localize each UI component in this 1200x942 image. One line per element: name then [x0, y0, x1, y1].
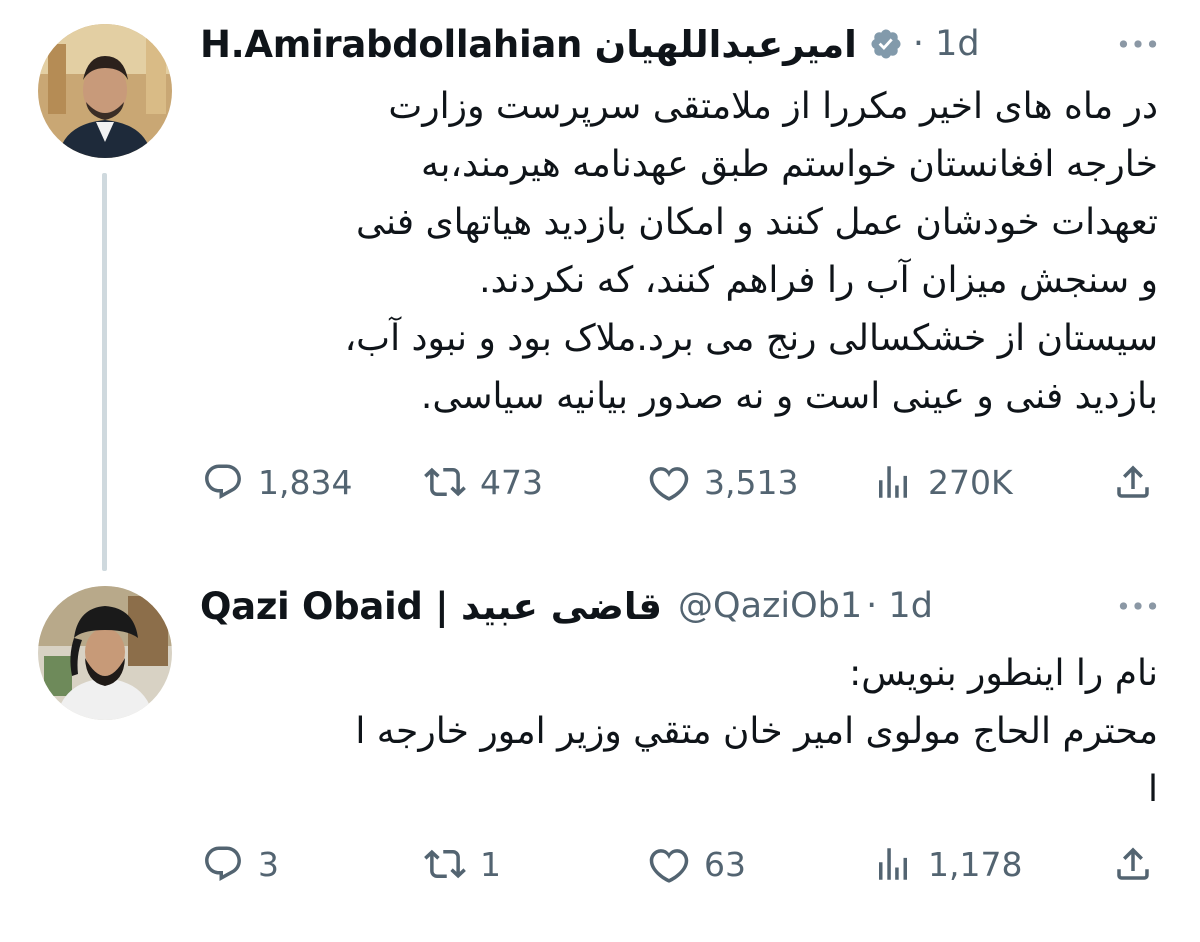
tweet-text: نام را اینطور بنویس: محترم الحاج مولوی ا… [200, 645, 1158, 819]
heart-icon [646, 841, 692, 887]
views-button[interactable]: 270K [870, 452, 1013, 512]
avatar-image [38, 586, 172, 720]
verified-badge-icon [869, 27, 903, 61]
avatar-image [38, 24, 172, 158]
tweet-time[interactable]: · 1d [913, 24, 980, 64]
like-count: 63 [704, 844, 746, 884]
tweet-text-line: نام را اینطور بنویس: [849, 653, 1158, 694]
tweet-text-line: خارجه افغانستان خواستم طبق عهدنامه هیرمن… [421, 144, 1158, 185]
views-button[interactable]: 1,178 [870, 834, 1022, 894]
thread-line [102, 173, 107, 571]
like-count: 3,513 [704, 462, 799, 502]
tweet-header: H.Amirabdollahian امیرعبداللهیان · 1d [200, 20, 1160, 68]
tweet-text-line: تعهدات خودشان عمل کنند و امکان بازدید هی… [355, 202, 1158, 243]
tweet-time[interactable]: · 1d [866, 586, 933, 626]
more-icon[interactable] [1116, 24, 1160, 64]
user-handle[interactable]: @QaziOb1 [678, 586, 862, 626]
retweet-button[interactable]: 473 [422, 452, 543, 512]
views-icon [870, 841, 916, 887]
reply-icon [200, 841, 246, 887]
tweet-text-line: ا [1147, 769, 1158, 810]
heart-icon [646, 459, 692, 505]
retweet-button[interactable]: 1 [422, 834, 501, 894]
views-count: 270K [928, 462, 1013, 502]
views-count: 1,178 [928, 844, 1023, 884]
retweet-icon [422, 459, 468, 505]
reply-icon [200, 459, 246, 505]
more-icon[interactable] [1116, 586, 1160, 626]
like-button[interactable]: 3,513 [646, 452, 798, 512]
retweet-icon [422, 841, 468, 887]
share-button[interactable] [1110, 452, 1156, 512]
tweet-header: Qazi Obaid | قاضی عبید @QaziOb1 · 1d [200, 582, 1160, 630]
tweet-text-line: در ماه های اخیر مکررا از ملامتقی سرپرست … [388, 86, 1158, 127]
share-icon [1110, 459, 1156, 505]
action-bar: 3 1 63 1,178 [200, 834, 1160, 894]
avatar[interactable] [38, 586, 172, 720]
share-button[interactable] [1110, 834, 1156, 894]
retweet-count: 473 [480, 462, 543, 502]
display-name[interactable]: H.Amirabdollahian امیرعبداللهیان [200, 23, 857, 66]
tweet[interactable]: H.Amirabdollahian امیرعبداللهیان · 1d در… [0, 0, 1200, 571]
tweet[interactable]: Qazi Obaid | قاضی عبید @QaziOb1 · 1d نام… [0, 560, 1200, 942]
tweet-text-line: محترم الحاج مولوی امیر خان متقي وزیر امو… [355, 711, 1158, 752]
action-bar: 1,834 473 3,513 270K [200, 452, 1160, 512]
reply-count: 1,834 [258, 462, 353, 502]
tweet-text-line: سیستان از خشکسالی رنج می برد.ملاک بود و … [344, 318, 1158, 359]
display-name[interactable]: Qazi Obaid | قاضی عبید [200, 585, 662, 628]
reply-button[interactable]: 1,834 [200, 452, 352, 512]
share-icon [1110, 841, 1156, 887]
like-button[interactable]: 63 [646, 834, 746, 894]
reply-count: 3 [258, 844, 279, 884]
tweet-text-line: و سنجش میزان آب را فراهم کنند، که نکردند… [479, 260, 1158, 301]
tweet-text: در ماه های اخیر مکررا از ملامتقی سرپرست … [200, 78, 1158, 426]
views-icon [870, 459, 916, 505]
retweet-count: 1 [480, 844, 501, 884]
avatar[interactable] [38, 24, 172, 158]
tweet-text-line: بازدید فنی و عینی است و نه صدور بیانیه س… [420, 376, 1158, 417]
reply-button[interactable]: 3 [200, 834, 279, 894]
